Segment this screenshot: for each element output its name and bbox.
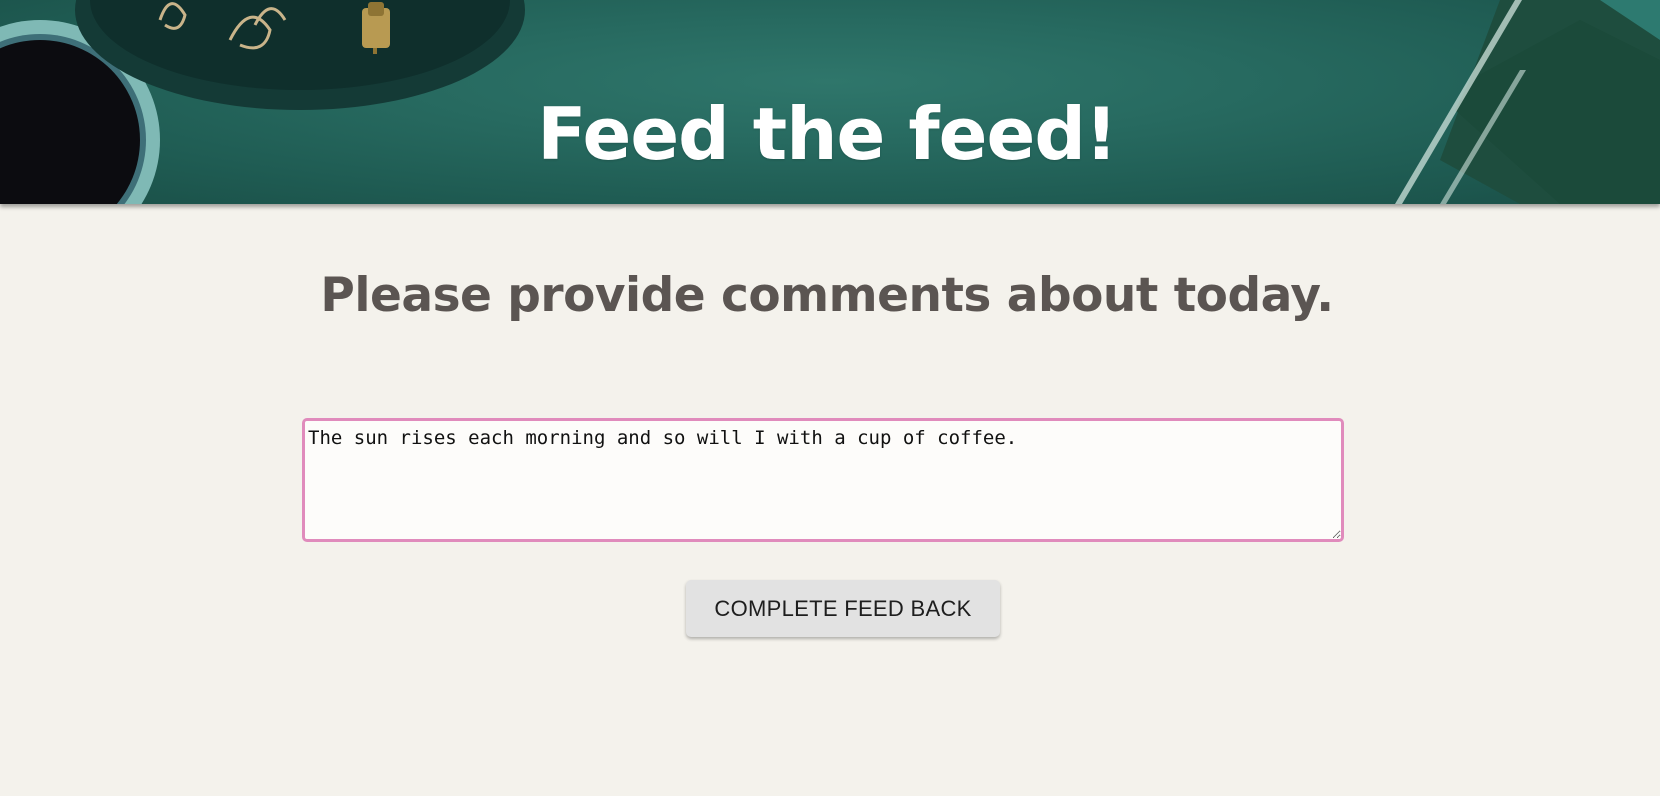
form-heading: Please provide comments about today. (320, 268, 1334, 323)
hero-banner: Feed the feed! (0, 0, 1660, 204)
complete-feedback-button[interactable]: COMPLETE FEED BACK (686, 580, 1000, 637)
comment-textarea[interactable]: The sun rises each morning and so will I… (302, 418, 1344, 542)
page-title: Feed the feed! (537, 92, 1117, 177)
